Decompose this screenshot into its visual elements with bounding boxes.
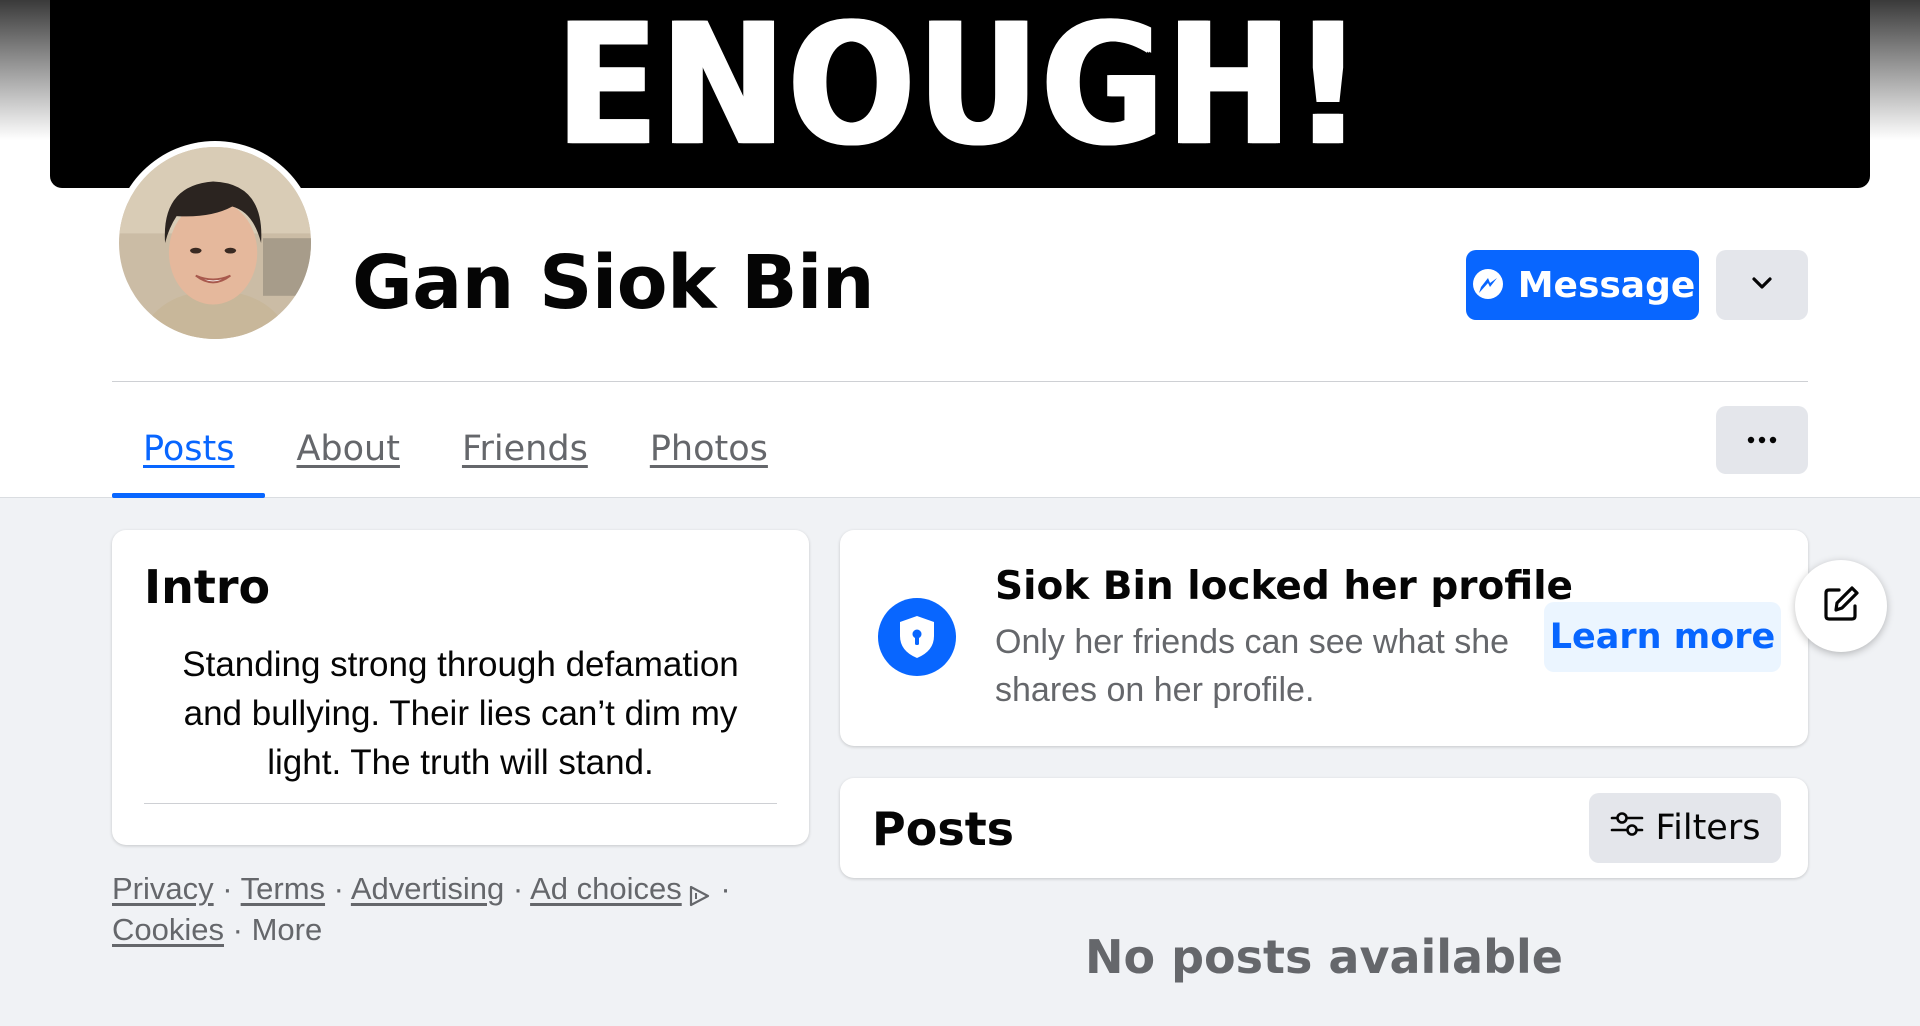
footer-separator: · <box>224 912 252 947</box>
profile-tabs: Posts About Friends Photos <box>112 400 799 498</box>
locked-description: Only her friends can see what she shares… <box>995 623 1510 709</box>
messenger-icon <box>1470 267 1506 303</box>
learn-more-button[interactable]: Learn more <box>1544 602 1781 672</box>
cover-text: ENOUGH! <box>555 0 1365 184</box>
intro-bio: Standing strong through defamation and b… <box>182 645 739 782</box>
no-posts-message: No posts available <box>1085 930 1563 984</box>
tab-photos[interactable]: Photos <box>619 400 799 498</box>
terms-link[interactable]: Terms <box>241 871 325 906</box>
ad-choices-icon <box>686 878 712 906</box>
ellipsis-icon <box>1747 431 1777 449</box>
intro-card: Intro Standing strong through defamation… <box>112 530 809 845</box>
more-options-button[interactable] <box>1716 406 1808 474</box>
intro-divider <box>144 803 777 804</box>
filters-icon <box>1610 808 1644 848</box>
tab-about[interactable]: About <box>265 400 430 498</box>
locked-profile-card: Siok Bin locked her profile Only her fri… <box>840 530 1808 746</box>
chevron-down-icon <box>1751 276 1773 295</box>
privacy-link[interactable]: Privacy <box>112 871 214 906</box>
footer-separator: · <box>325 871 351 906</box>
cover-photo[interactable]: ENOUGH! <box>50 0 1870 188</box>
message-label: Message <box>1517 264 1696 306</box>
tab-posts[interactable]: Posts <box>112 400 266 498</box>
profile-dropdown-button[interactable] <box>1716 250 1808 320</box>
footer-separator: · <box>711 871 731 906</box>
footer-links: Privacy · Terms · Advertising · Ad choic… <box>112 868 752 950</box>
ad-choices-link[interactable]: Ad choices <box>530 871 682 906</box>
filters-button[interactable]: Filters <box>1589 793 1781 863</box>
profile-avatar[interactable] <box>113 141 317 345</box>
tab-friends[interactable]: Friends <box>431 400 619 498</box>
advertising-link[interactable]: Advertising <box>351 871 504 906</box>
edit-button[interactable] <box>1795 560 1887 652</box>
message-button[interactable]: Message <box>1466 250 1699 320</box>
edit-icon <box>1821 584 1861 629</box>
footer-separator: · <box>504 871 531 906</box>
more-link[interactable]: More <box>252 912 323 947</box>
posts-title: Posts <box>872 802 1015 856</box>
cookies-link[interactable]: Cookies <box>112 912 224 947</box>
header-divider <box>112 381 1808 382</box>
posts-card: Posts Filters <box>840 778 1808 878</box>
profile-name: Gan Siok Bin <box>352 240 875 326</box>
profile-header: ENOUGH! Gan Siok Bin Message Posts About… <box>0 0 1920 498</box>
locked-title: Siok Bin locked her profile <box>995 564 1574 609</box>
shield-lock-icon <box>878 598 956 676</box>
filters-label: Filters <box>1655 808 1761 848</box>
footer-separator: · <box>213 871 241 906</box>
intro-title: Intro <box>144 560 271 614</box>
avatar-photo <box>119 147 311 339</box>
